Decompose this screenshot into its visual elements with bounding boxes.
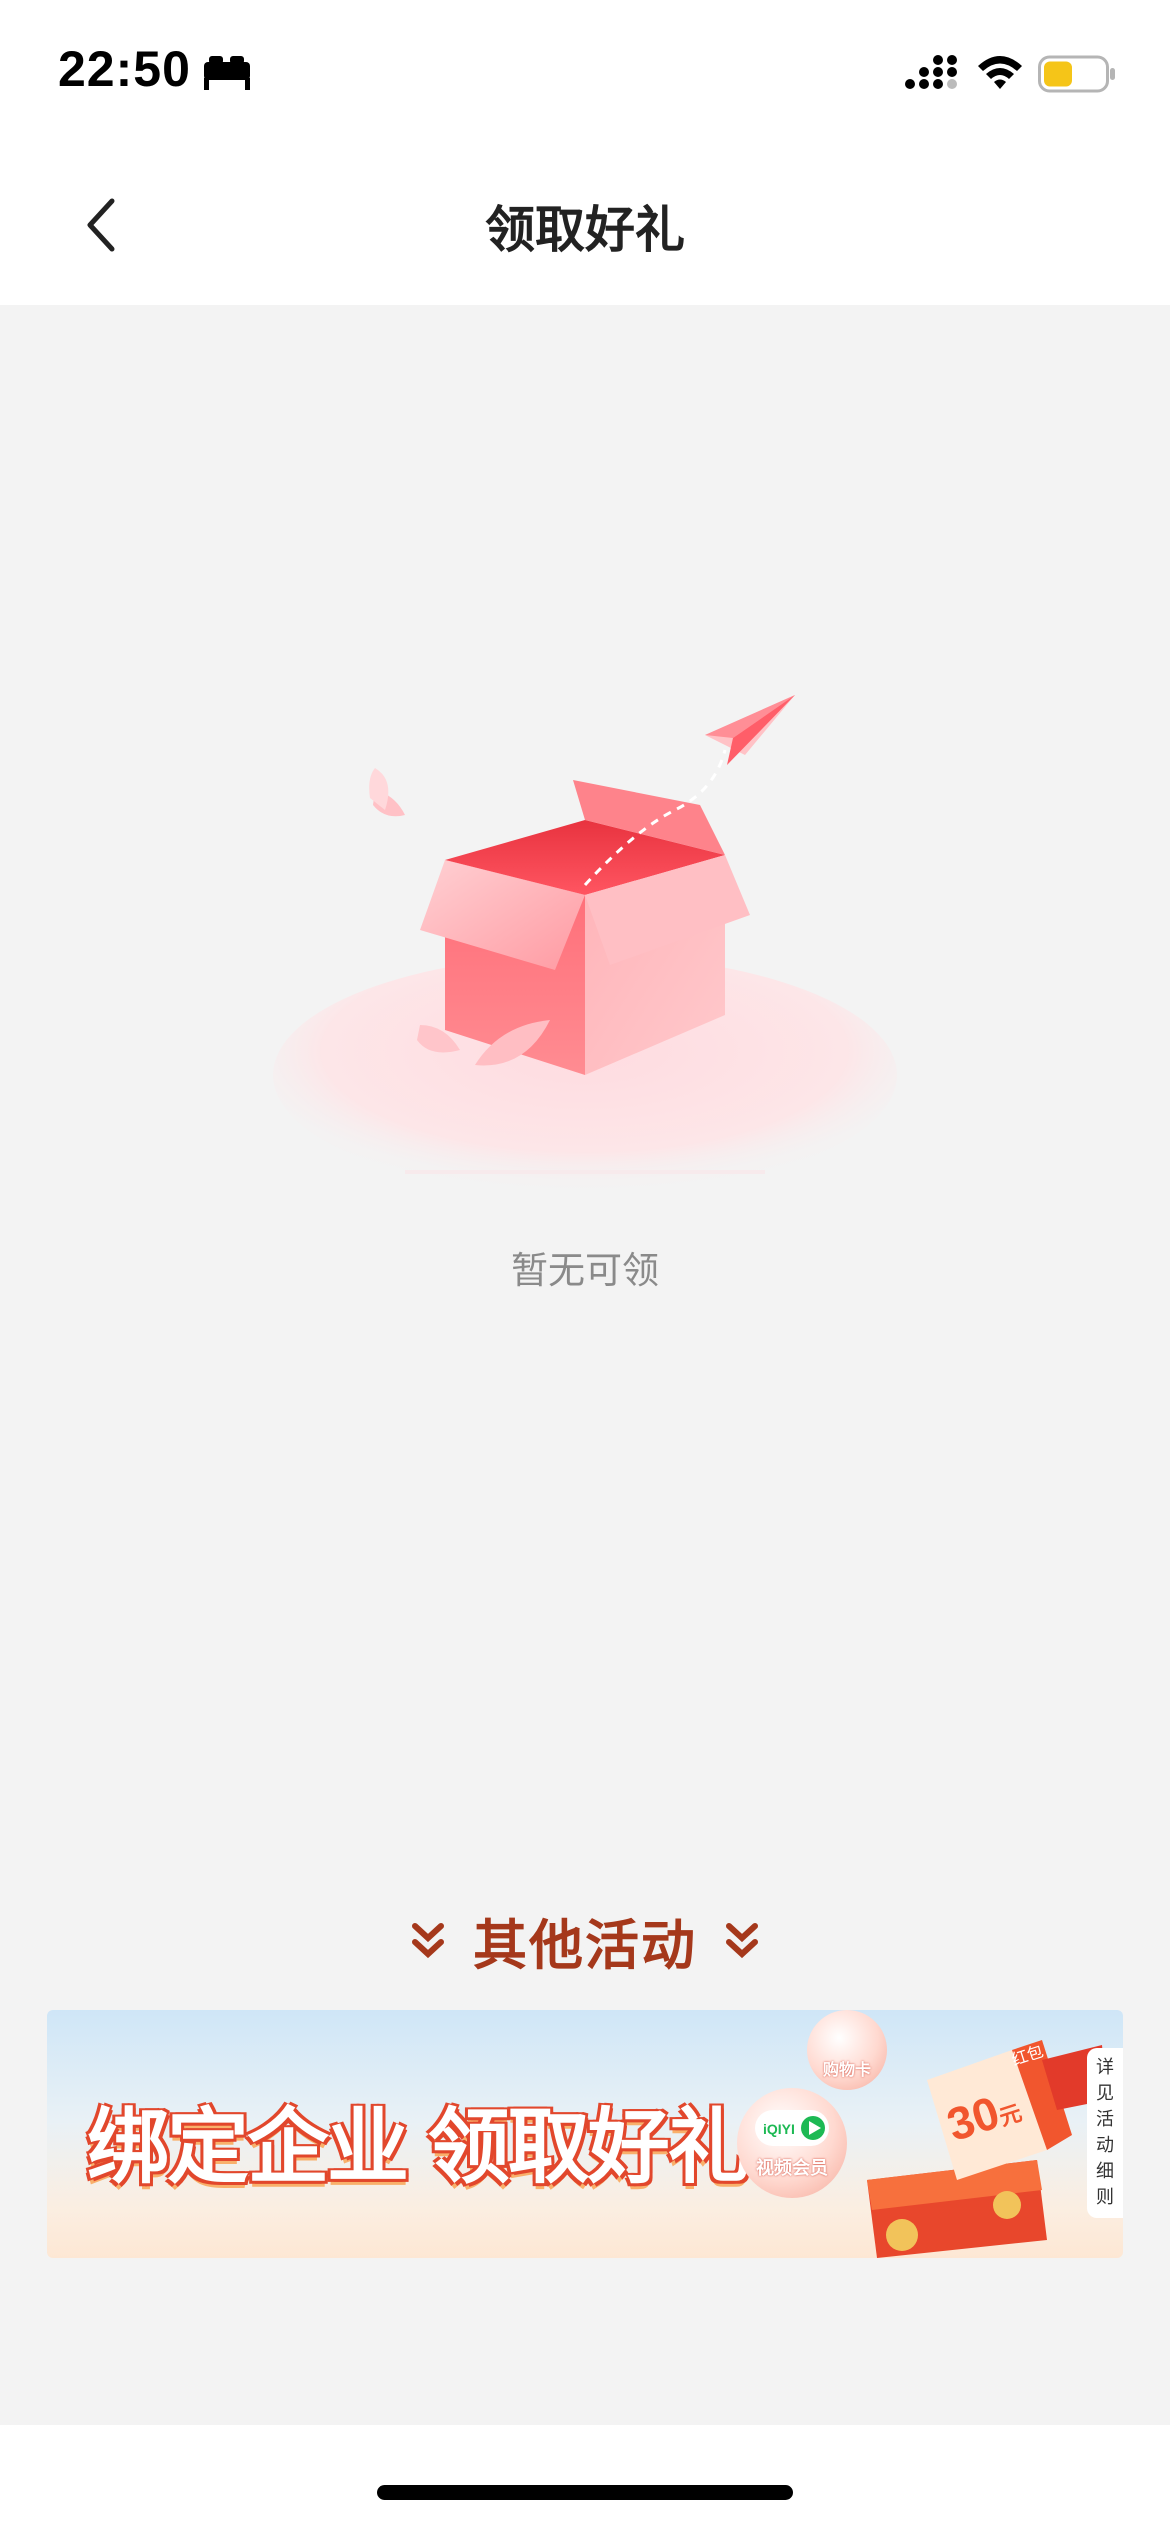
status-time: 22:50 (58, 41, 191, 97)
other-activities-title: 其他活动 (473, 1913, 697, 1977)
rules-char: 细 (1096, 2161, 1114, 2182)
rules-char: 活 (1096, 2109, 1114, 2130)
rules-char: 则 (1096, 2187, 1114, 2208)
other-activities-header: 其他活动 (0, 1900, 1170, 1980)
bottom-safe-area (0, 2425, 1170, 2532)
status-bar: 22:50 (0, 0, 1170, 150)
wifi-icon (978, 56, 1022, 89)
signal-icon (905, 55, 957, 89)
empty-box-icon (273, 695, 897, 1195)
rules-char: 详 (1096, 2057, 1114, 2078)
bed-icon (204, 56, 250, 90)
home-indicator[interactable] (377, 2485, 793, 2500)
activity-rules-tab[interactable]: 详 见 活 动 细 则 (1087, 2048, 1123, 2218)
nav-bar: 领取好礼 (0, 150, 1170, 305)
banner-title: 绑定企业 领取好礼 (87, 2102, 750, 2193)
double-chevron-down-icon (726, 1923, 758, 1959)
double-chevron-down-icon (412, 1923, 444, 1959)
battery-icon (1038, 55, 1115, 93)
rules-char: 动 (1096, 2135, 1114, 2156)
bind-enterprise-banner[interactable]: 绑定企业 领取好礼 购物卡 视频会员 iQIYI 30元 红包 详 见 活 动 … (47, 2010, 1123, 2258)
iqiyi-logo-text: iQIYI (763, 2121, 795, 2137)
page-title: 领取好礼 (485, 201, 685, 259)
rules-char: 见 (1096, 2083, 1114, 2104)
empty-state-text: 暂无可领 (511, 1249, 659, 1292)
